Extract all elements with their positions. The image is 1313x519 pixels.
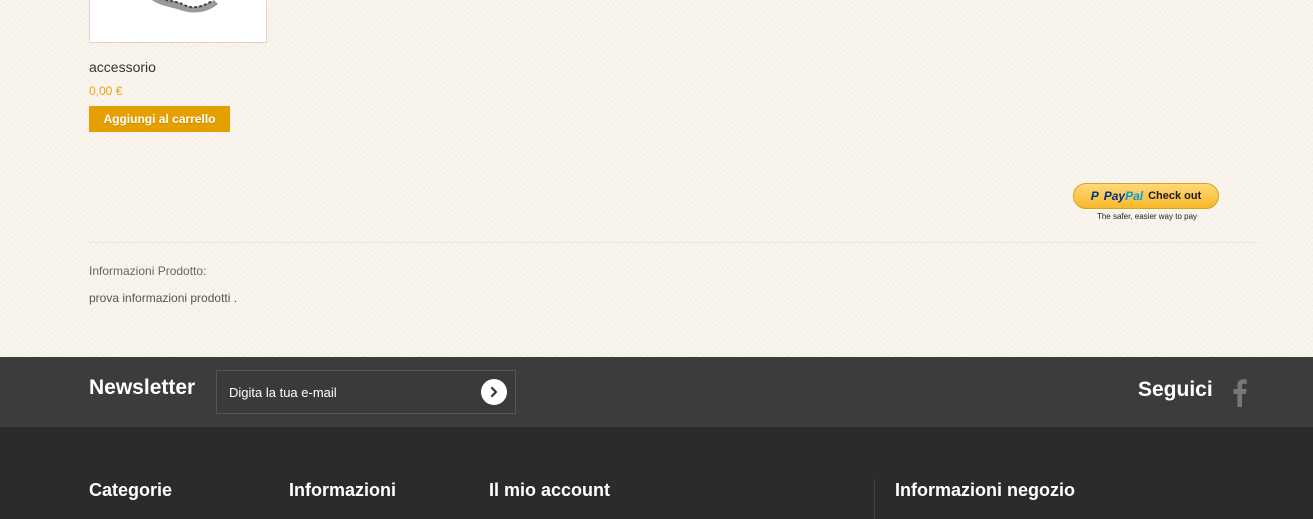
product-info-label: Informazioni Prodotto: <box>89 264 207 278</box>
paypal-checkout-button[interactable]: P PayPal Check out <box>1073 183 1219 209</box>
product-info-text: prova informazioni prodotti . <box>89 291 238 305</box>
follow-us-title: Seguici <box>1138 378 1213 401</box>
newsletter-email-input[interactable] <box>217 371 472 413</box>
site-footer: Categorie Informazioni Il mio account In… <box>0 427 1313 519</box>
facebook-icon[interactable] <box>1229 377 1249 407</box>
product-name[interactable]: accessorio <box>89 59 156 75</box>
chevron-right-icon <box>490 386 498 398</box>
paypal-icon: P <box>1090 189 1099 203</box>
footer-title-information: Informazioni <box>289 480 396 500</box>
add-to-cart-button[interactable]: Aggiungi al carrello <box>89 106 230 132</box>
footer-title-categories: Categorie <box>89 480 173 500</box>
newsletter-bar: Newsletter Seguici <box>0 357 1313 427</box>
paypal-logo: PayPal <box>1103 189 1144 203</box>
newsletter-title: Newsletter <box>89 376 196 399</box>
product-image[interactable] <box>89 0 267 43</box>
product-content: accessorio 0,00 € Aggiungi al carrello P… <box>0 0 1313 357</box>
footer-separator <box>874 479 875 519</box>
divider <box>89 242 1259 243</box>
footer-title-store-info: Informazioni negozio <box>895 480 1075 500</box>
footer-title-my-account: Il mio account <box>489 480 611 500</box>
product-price: 0,00 € <box>89 84 123 98</box>
newsletter-form <box>216 370 516 414</box>
paypal-button-label: Check out <box>1148 190 1202 202</box>
paypal-checkout[interactable]: P PayPal Check out The safer, easier way… <box>1073 183 1221 221</box>
paypal-tagline: The safer, easier way to pay <box>1096 212 1198 221</box>
newsletter-submit-button[interactable] <box>481 379 507 405</box>
